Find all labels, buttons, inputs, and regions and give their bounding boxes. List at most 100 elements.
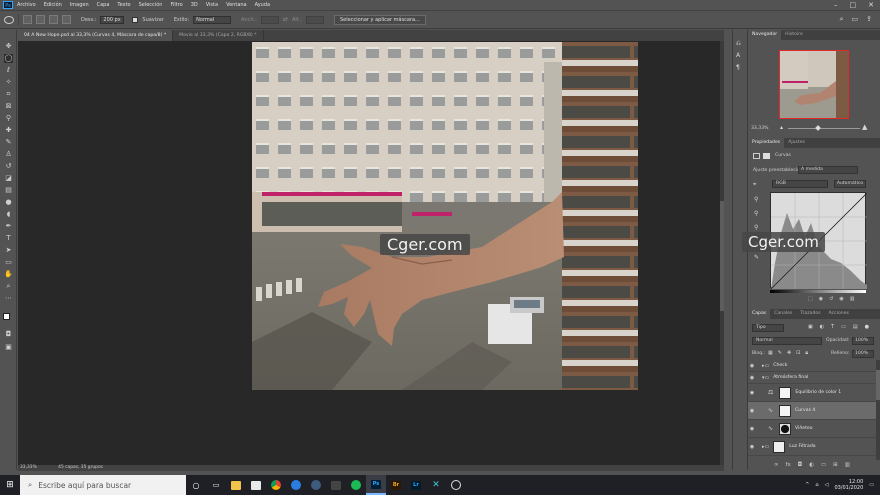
file-explorer-icon[interactable] <box>226 475 246 495</box>
share-icon[interactable]: ⇪ <box>866 15 872 24</box>
view-previous-icon[interactable]: ◉ <box>819 296 823 302</box>
visibility-eye-icon[interactable]: ◉ <box>748 390 756 396</box>
menu-ventana[interactable]: Ventana <box>222 2 251 8</box>
layer-mask-thumbnail[interactable] <box>779 404 792 417</box>
paragraph-icon[interactable]: ¶ <box>736 64 740 71</box>
vertical-scrollbar[interactable] <box>720 41 724 465</box>
blur-tool-icon[interactable]: ● <box>4 198 13 207</box>
visibility-eye-icon[interactable]: ◉ <box>748 426 756 432</box>
target-adjust-icon[interactable]: ⌖ <box>753 181 756 189</box>
pencil-curve-icon[interactable]: ✎ <box>754 254 759 261</box>
tab-capas[interactable]: Capas <box>748 309 771 319</box>
gradient-tool-icon[interactable]: ▤ <box>4 186 13 195</box>
zoom-tool-icon[interactable]: ⌕ <box>4 282 13 291</box>
document-canvas[interactable]: Cger.com <box>252 42 638 390</box>
maximize-icon[interactable]: □ <box>850 1 857 9</box>
tray-chevron-icon[interactable]: ^ <box>805 482 809 488</box>
menu-archivo[interactable]: Archivo <box>13 2 40 8</box>
steam-icon[interactable] <box>306 475 326 495</box>
layers-scrollbar[interactable] <box>876 360 880 460</box>
type-tool-icon[interactable]: T <box>4 234 13 243</box>
app-blue-icon[interactable] <box>286 475 306 495</box>
foreground-color-swatch[interactable] <box>3 313 10 320</box>
mail-icon[interactable] <box>246 475 266 495</box>
tab-trazados[interactable]: Trazados <box>796 309 824 319</box>
visibility-eye-icon[interactable]: ◉ <box>748 408 756 414</box>
menu-texto[interactable]: Texto <box>113 2 134 8</box>
visibility-eye-icon[interactable]: ◉ <box>748 375 756 381</box>
add-mask-icon[interactable]: ◘ <box>798 462 802 468</box>
fill-input[interactable]: 100% <box>852 350 874 358</box>
marquee-tool-icon[interactable]: ◯ <box>4 54 13 63</box>
task-view-2-icon[interactable]: ▭ <box>206 475 226 495</box>
hand-tool-icon[interactable]: ✋ <box>4 270 13 279</box>
history-icon[interactable]: ⎌ <box>736 40 741 48</box>
notifications-icon[interactable]: ▭ <box>869 482 874 488</box>
new-adjustment-icon[interactable]: ◐ <box>809 462 814 468</box>
navigator-zoom-slider[interactable] <box>788 125 860 131</box>
width-input[interactable] <box>260 15 279 24</box>
move-tool-icon[interactable]: ✥ <box>4 42 13 51</box>
link-layers-icon[interactable]: ∞ <box>774 462 779 468</box>
tab-propiedades[interactable]: Propiedades <box>748 138 785 148</box>
layer-mask-icon[interactable] <box>763 153 770 159</box>
marquee-ellipse-icon[interactable] <box>4 15 14 24</box>
magic-wand-tool-icon[interactable]: ✧ <box>4 78 13 87</box>
taskbar-search[interactable]: ⌕ Escribe aquí para buscar <box>20 475 186 495</box>
layer-mask-thumbnail[interactable] <box>779 386 792 399</box>
pixel-filter-icon[interactable]: ▣ <box>808 324 813 330</box>
adjustment-filter-icon[interactable]: ◐ <box>820 324 824 330</box>
shape-filter-icon[interactable]: ▭ <box>841 324 846 330</box>
auto-button[interactable]: Automático <box>834 180 866 188</box>
menu-seleccion[interactable]: Selección <box>135 2 167 8</box>
lock-position-icon[interactable]: ✥ <box>787 350 791 356</box>
lock-all-icon[interactable]: 🔒︎ <box>805 350 808 356</box>
network-icon[interactable]: ⌂ <box>815 482 818 488</box>
tab-new-hope[interactable]: 04 A New Hope.psd al 33,3% (Curvas 4, Má… <box>18 30 174 41</box>
zoom-out-icon[interactable]: ▴ <box>780 124 783 131</box>
windows-start-icon[interactable]: ⊞ <box>0 475 20 495</box>
subtract-selection-icon[interactable] <box>49 15 58 24</box>
swap-icon[interactable]: ⇄ <box>283 16 288 23</box>
layer-row-check[interactable]: ◉ ▸▭ Check <box>748 360 876 372</box>
menu-capa[interactable]: Capa <box>93 2 114 8</box>
quick-mask-icon[interactable]: ◘ <box>4 330 13 339</box>
shape-tool-icon[interactable]: ▭ <box>4 258 13 267</box>
smart-filter-icon[interactable]: ▤ <box>853 324 858 330</box>
group-mask-thumbnail[interactable] <box>773 440 786 453</box>
photoshop-taskbar-icon[interactable]: Ps <box>366 475 386 495</box>
app-circle-icon[interactable] <box>446 475 466 495</box>
spotify-icon[interactable] <box>346 475 366 495</box>
style-select[interactable]: Normal <box>193 15 232 24</box>
layer-row-equilibrio[interactable]: ◉ ⚖ Equilibrio de color 1 <box>748 384 876 402</box>
tab-histograma[interactable]: Histoire <box>781 30 807 40</box>
clip-icon[interactable]: ⬚ <box>808 296 813 302</box>
character-icon[interactable]: A <box>736 52 740 59</box>
menu-ayuda[interactable]: Ayuda <box>251 2 274 8</box>
filter-toggle-icon[interactable]: ● <box>865 324 869 330</box>
menu-3d[interactable]: 3D <box>187 2 202 8</box>
feather-input[interactable]: 200 px <box>100 15 125 24</box>
tab-acciones[interactable]: Acciones <box>825 309 853 319</box>
height-input[interactable] <box>306 15 324 24</box>
lock-transparent-icon[interactable]: ▦ <box>768 350 773 356</box>
history-brush-tool-icon[interactable]: ↺ <box>4 162 13 171</box>
blend-mode-select[interactable]: Normal <box>752 337 822 345</box>
path-selection-tool-icon[interactable]: ➤ <box>4 246 13 255</box>
pen-tool-icon[interactable]: ✒ <box>4 222 13 231</box>
workspace-icon[interactable]: ▭ <box>852 15 859 24</box>
crop-tool-icon[interactable]: ⌗ <box>4 90 13 99</box>
black-point-eyedropper-icon[interactable]: ⚲ <box>754 196 758 203</box>
screen-mode-icon[interactable]: ▣ <box>4 343 13 352</box>
menu-vista[interactable]: Vista <box>202 2 222 8</box>
opacity-input[interactable]: 100% <box>852 337 874 345</box>
select-and-mask-button[interactable]: Seleccionar y aplicar máscara... <box>334 14 426 25</box>
layer-row-luz-filtrada[interactable]: ◉ ▸▭ Luz Filtrada <box>748 438 876 456</box>
add-selection-icon[interactable] <box>36 15 45 24</box>
layer-row-vineteo[interactable]: ◉ ∿ Viñeteo <box>748 420 876 438</box>
minimize-icon[interactable]: – <box>834 1 838 9</box>
tab-navegador[interactable]: Navegador <box>748 30 782 40</box>
menu-edicion[interactable]: Edición <box>40 2 66 8</box>
navigator-preview[interactable] <box>779 50 849 119</box>
close-icon[interactable]: ✕ <box>868 1 874 9</box>
